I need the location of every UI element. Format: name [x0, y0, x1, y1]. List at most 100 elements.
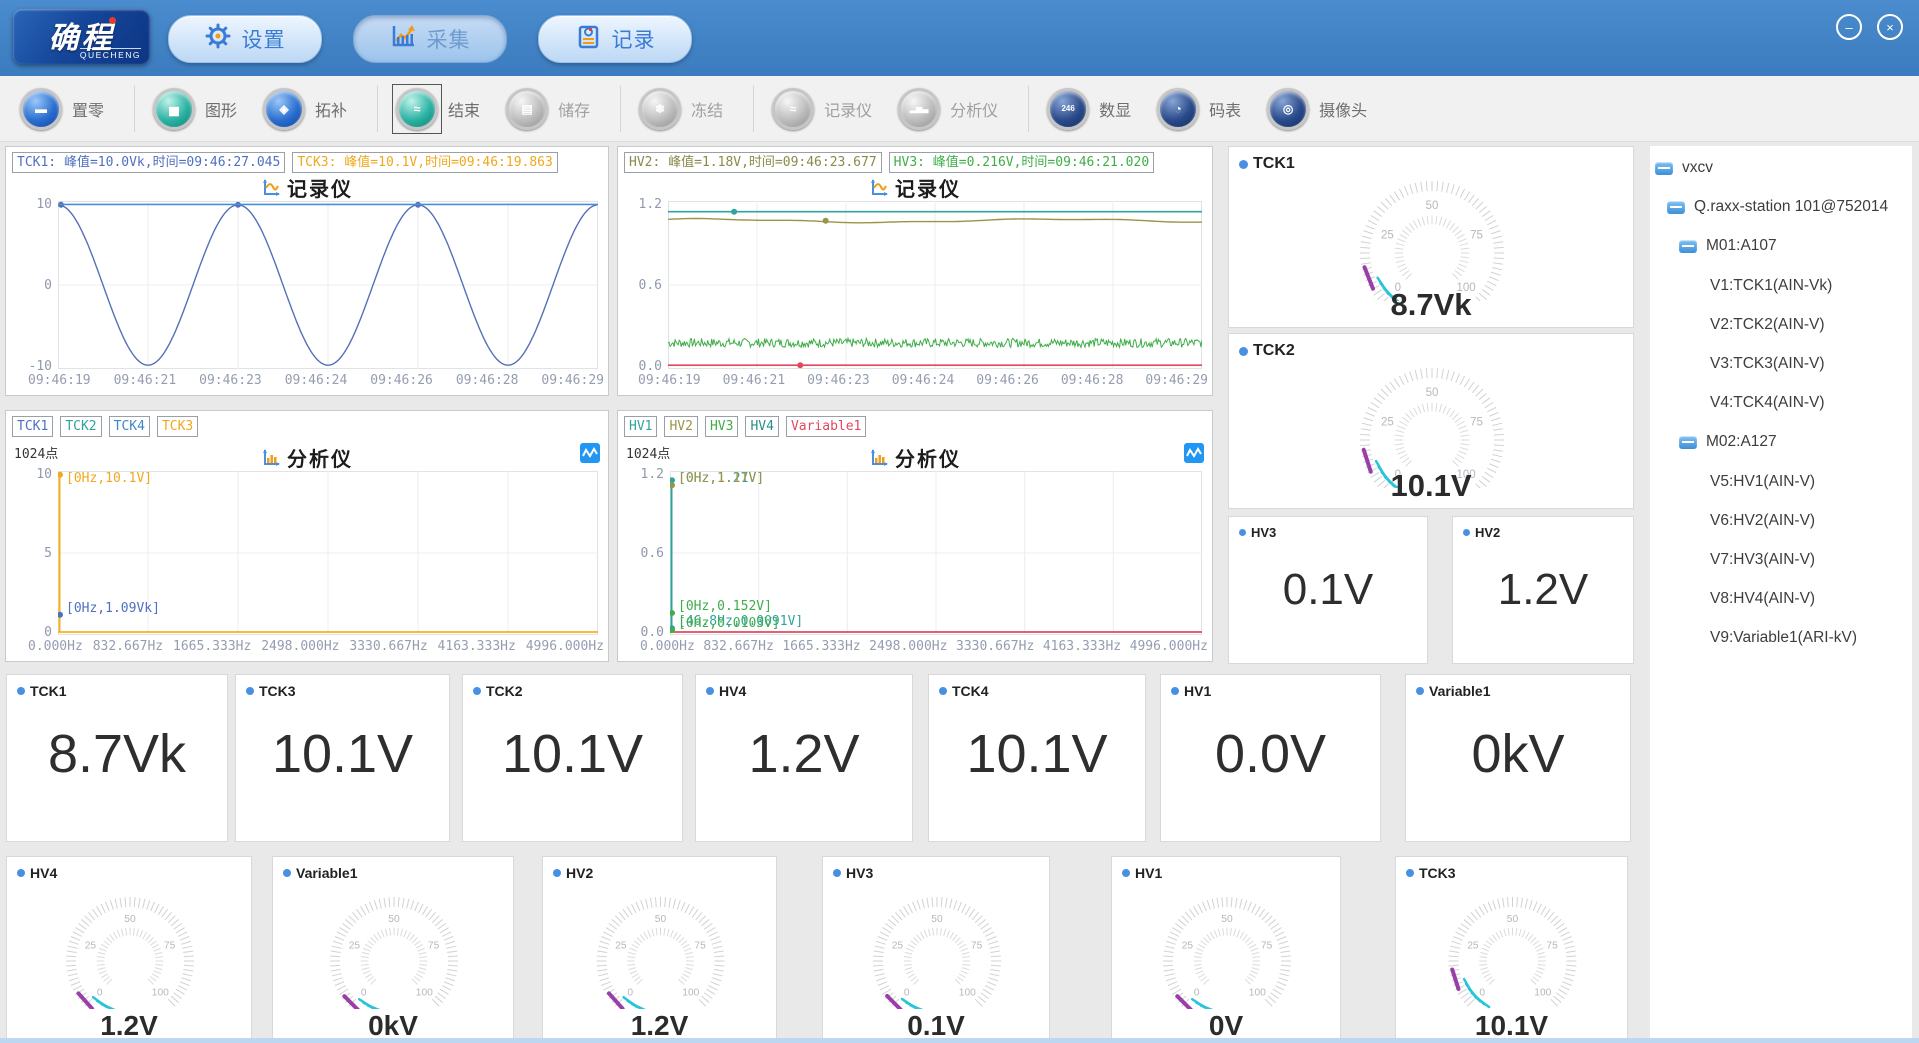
tree-collapse-icon[interactable] — [1679, 240, 1697, 253]
svg-text:0: 0 — [1194, 987, 1200, 998]
digital-tile-title: Variable1 — [1416, 683, 1491, 699]
value-tile-value: 1.2V — [1453, 565, 1633, 615]
minimize-button[interactable]: – — [1836, 14, 1862, 40]
topology-icon: ◈ — [263, 88, 305, 130]
bottom-gauge-title: HV1 — [1122, 865, 1162, 881]
legend-chip-HV2[interactable]: HV2: 峰值=1.18V,时间=09:46:23.677 — [624, 152, 882, 173]
x-tick-label: 1665.333Hz — [782, 639, 860, 654]
legend-chip-HV4[interactable]: HV4 — [745, 416, 778, 437]
toolbar-glyph: ≈ — [790, 102, 797, 116]
gauge-card-TCK2: TCK2025507510010.1V — [1228, 333, 1634, 509]
legend-chip-TCK1[interactable]: TCK1: 峰值=10.0Vk,时间=09:46:27.045 — [12, 152, 285, 173]
legend-chip-TCK3[interactable]: TCK3 — [157, 416, 198, 437]
toolbar-glyph: ▅ — [169, 102, 178, 116]
tree-node-V2-TCK2-AIN-V-[interactable]: V2:TCK2(AIN-V) — [1710, 313, 1825, 337]
toolbar-item-dial[interactable]: ◔码表 — [1157, 88, 1241, 130]
legend-chip-TCK1[interactable]: TCK1 — [12, 416, 53, 437]
x-tick-label: 2498.000Hz — [869, 639, 947, 654]
x-tick-label: 0.000Hz — [28, 639, 83, 654]
toolbar-item-label: 记录仪 — [824, 97, 872, 121]
legend-chip-Variable1[interactable]: Variable1 — [786, 416, 866, 437]
bottom-gauge-label-text: HV2 — [566, 865, 593, 881]
nav-button-record[interactable]: 记录 — [538, 15, 692, 63]
legend-chip-row: HV1 HV2 HV3 HV4 Variable1 — [624, 416, 866, 437]
toolbar-item-analyzer[interactable]: ▂▅▃分析仪 — [898, 88, 998, 130]
digital-tile-title: TCK2 — [473, 683, 523, 699]
toolbar-divider — [753, 86, 754, 132]
tree-node-V7-HV3-AIN-V-[interactable]: V7:HV3(AIN-V) — [1710, 548, 1815, 572]
y-tick-label: 1.2 — [624, 467, 664, 482]
toolbar-glyph: 246 — [1061, 104, 1074, 113]
toolbar-item-finish[interactable]: ≈结束 — [396, 88, 480, 130]
tree-node-V3-TCK3-AIN-V-[interactable]: V3:TCK3(AIN-V) — [1710, 352, 1825, 376]
bottom-gauge-title: Variable1 — [283, 865, 358, 881]
tree-node-label: V1:TCK1(AIN-Vk) — [1710, 277, 1832, 295]
tree-node-M02-A127[interactable]: M02:A127 — [1679, 430, 1777, 454]
nav-button-collect[interactable]: 采集 — [353, 15, 507, 63]
tree-node-V6-HV2-AIN-V-[interactable]: V6:HV2(AIN-V) — [1710, 509, 1815, 533]
plot-toggle-checkbox[interactable] — [580, 443, 600, 463]
legend-chip-HV1[interactable]: HV1 — [624, 416, 657, 437]
toolbar-item-graph[interactable]: ▅图形 — [153, 88, 237, 130]
bottom-gauge-HV2: HV202550751001.2V — [542, 856, 777, 1043]
x-tick-label: 09:46:21 — [114, 373, 177, 388]
tree-collapse-icon[interactable] — [1655, 162, 1673, 175]
svg-text:100: 100 — [682, 987, 699, 998]
tree-node-V5-HV1-AIN-V-[interactable]: V5:HV1(AIN-V) — [1710, 470, 1815, 494]
value-tile-title: HV2 — [1463, 525, 1500, 540]
toolbar-item-recorder[interactable]: ≈ 记录仪 — [772, 88, 872, 130]
toolbar-divider — [377, 86, 378, 132]
legend-chip-HV2[interactable]: HV2 — [664, 416, 697, 437]
legend-chip-HV3[interactable]: HV3: 峰值=0.216V,时间=09:46:21.020 — [889, 152, 1155, 173]
top-bar: 确程 QUECHENG 设置采集记录 – × — [0, 0, 1919, 76]
x-tick-label: 09:46:24 — [892, 373, 955, 388]
tree-node-V9-Variable1-ARI-kV-[interactable]: V9:Variable1(ARI-kV) — [1710, 626, 1857, 650]
bottom-gauge-HV3: HV302550751000.1V — [822, 856, 1050, 1043]
nav-button-settings[interactable]: 设置 — [168, 15, 322, 63]
wave-check-icon — [580, 443, 600, 463]
legend-chip-TCK4[interactable]: TCK4 — [109, 416, 150, 437]
legend-chip-TCK2[interactable]: TCK2 — [60, 416, 101, 437]
tree-node-V4-TCK4-AIN-V-[interactable]: V4:TCK4(AIN-V) — [1710, 391, 1825, 415]
recorder-plot — [58, 201, 598, 369]
plot-toggle-checkbox[interactable] — [1184, 443, 1204, 463]
svg-text:0: 0 — [1479, 987, 1485, 998]
toolbar-item-freeze[interactable]: ❄冻结 — [639, 88, 723, 130]
channel-dot-icon — [833, 869, 841, 877]
channel-dot-icon — [1416, 687, 1424, 695]
close-button[interactable]: × — [1877, 14, 1903, 40]
digital-tile-Variable1: Variable10kV — [1405, 674, 1631, 842]
tree-collapse-icon[interactable] — [1667, 201, 1685, 214]
svg-text:25: 25 — [1182, 941, 1194, 952]
tree-node-vxcv[interactable]: vxcv — [1655, 156, 1713, 180]
digital-tile-title: HV4 — [706, 683, 746, 699]
digital-tile-TCK1: TCK18.7Vk — [6, 674, 228, 842]
chart-icon — [390, 23, 417, 55]
tree-node-V1-TCK1-AIN-Vk-[interactable]: V1:TCK1(AIN-Vk) — [1710, 274, 1832, 298]
digital-tile-label-text: TCK4 — [952, 683, 989, 699]
analyzer-title-icon — [261, 449, 281, 466]
legend-chip-row: TCK1: 峰值=10.0Vk,时间=09:46:27.045 TCK3: 峰值=… — [12, 152, 558, 173]
toolbar-item-camera[interactable]: ◎摄像头 — [1267, 88, 1367, 130]
toolbar-item-store[interactable]: ▤储存 — [506, 88, 590, 130]
tree-node-Q-raxx-station-101-752014[interactable]: Q.raxx-station 101@752014 — [1667, 195, 1888, 219]
svg-text:100: 100 — [152, 987, 169, 998]
x-tick-label: 832.667Hz — [703, 639, 773, 654]
toolbar-item-topology[interactable]: ◈拓补 — [263, 88, 347, 130]
toolbar-item-label: 数显 — [1099, 97, 1131, 121]
toolbar-item-digital[interactable]: 246 数显 — [1047, 88, 1131, 130]
app-window: 确程 QUECHENG 设置采集记录 – × ▬置零 ▅图形 ◈拓补 ≈结束 ▤储存 ❄冻… — [0, 0, 1919, 1043]
digital-tile-label-text: TCK2 — [486, 683, 523, 699]
value-tile-label-text: HV3 — [1251, 525, 1276, 540]
tree-node-label: V7:HV3(AIN-V) — [1710, 551, 1815, 569]
tree-node-V8-HV4-AIN-V-[interactable]: V8:HV4(AIN-V) — [1710, 587, 1815, 611]
legend-chip-HV3[interactable]: HV3 — [705, 416, 738, 437]
toolbar-glyph: ▂▅▃ — [910, 104, 928, 113]
digital-tile-label-text: HV1 — [1184, 683, 1211, 699]
legend-chip-TCK3[interactable]: TCK3: 峰值=10.1V,时间=09:46:19.863 — [292, 152, 558, 173]
toolbar-item-zero[interactable]: ▬置零 — [20, 88, 104, 130]
rec2-chart — [668, 201, 1202, 369]
tree-collapse-icon[interactable] — [1679, 436, 1697, 449]
tree-node-M01-A107[interactable]: M01:A107 — [1679, 234, 1777, 258]
gauge-value: 8.7Vk — [1229, 287, 1633, 323]
